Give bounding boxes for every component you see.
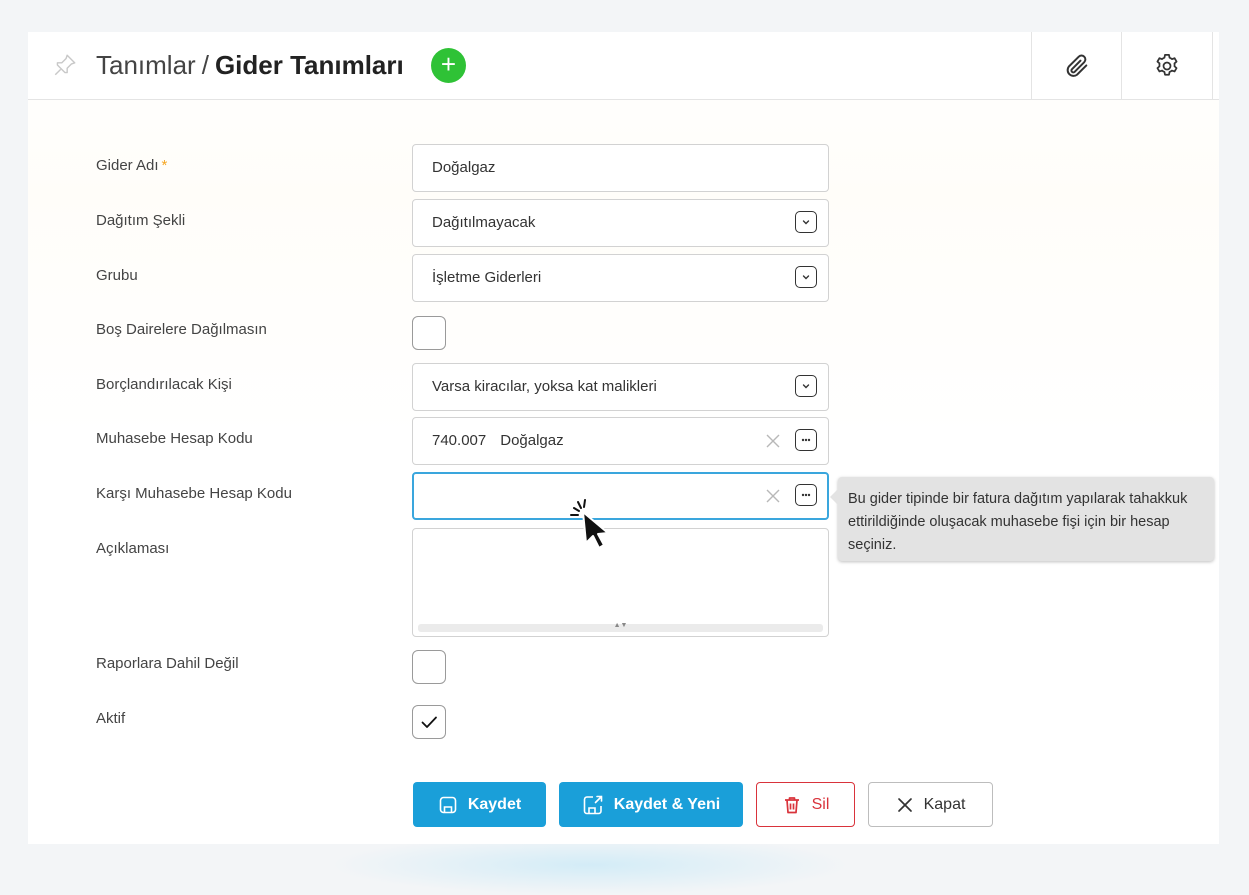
page-header: Tanımlar / Gider Tanımları + (28, 32, 1219, 100)
mouse-cursor-icon (570, 499, 609, 549)
save-button[interactable]: Kaydet (413, 782, 546, 827)
bos-daireler-checkbox[interactable] (412, 316, 446, 350)
more-icon[interactable] (795, 429, 817, 451)
pin-icon[interactable] (52, 52, 78, 78)
gider-adi-value: Doğalgaz (432, 159, 496, 176)
resize-handle[interactable]: ▲▼ (418, 622, 823, 632)
karsi-muhasebe-kodu-label: Karşı Muhasebe Hesap Kodu (96, 485, 292, 502)
aciklama-label: Açıklaması (96, 540, 170, 557)
save-icon (439, 796, 457, 813)
tooltip-text: Bu gider tipinde bir fatura dağıtım yapı… (848, 491, 1188, 553)
save-label: Kaydet (467, 795, 522, 813)
muhasebe-kodu-lookup[interactable]: 740.007 Doğalgaz (412, 417, 829, 465)
breadcrumb-separator: / (201, 50, 209, 80)
grubu-label: Grubu (96, 267, 138, 284)
dagitim-sekli-select[interactable]: Dağıtılmayacak (412, 199, 829, 247)
borclandirilacak-label: Borçlandırılacak Kişi (96, 376, 232, 393)
attach-button[interactable] (1031, 32, 1122, 99)
close-label: Kapat (923, 795, 966, 813)
page-title: Tanımlar / Gider Tanımları (96, 48, 404, 82)
delete-button[interactable]: Sil (756, 782, 855, 827)
close-icon (897, 797, 912, 812)
chevron-down-icon[interactable] (795, 211, 817, 233)
dagitim-sekli-value: Dağıtılmayacak (432, 214, 536, 231)
aciklama-textarea[interactable]: ▲▼ (412, 528, 829, 637)
borclandirilacak-value: Varsa kiracılar, yoksa kat malikleri (432, 378, 657, 395)
more-icon[interactable] (795, 484, 817, 506)
delete-label: Sil (811, 795, 830, 813)
muhasebe-kodu-label: Muhasebe Hesap Kodu (96, 430, 253, 447)
chevron-down-icon[interactable] (795, 266, 817, 288)
clear-icon[interactable] (764, 432, 782, 450)
raporlara-dahil-degil-label: Raporlara Dahil Değil (96, 655, 239, 672)
karsi-muhasebe-kodu-lookup[interactable] (412, 472, 829, 520)
resize-arrows-icon: ▲▼ (613, 622, 628, 629)
trash-icon (784, 796, 799, 813)
settings-button[interactable] (1121, 32, 1213, 99)
breadcrumb-current: Gider Tanımları (214, 50, 404, 80)
plus-icon: + (440, 49, 457, 79)
raporlara-dahil-degil-checkbox[interactable] (412, 650, 446, 684)
dagitim-sekli-label: Dağıtım Şekli (96, 212, 186, 229)
grubu-select[interactable]: İşletme Giderleri (412, 254, 829, 302)
paperclip-icon (1066, 54, 1088, 77)
bos-daireler-label: Boş Dairelere Dağılmasın (96, 321, 267, 338)
aktif-label: Aktif (96, 710, 126, 727)
muhasebe-kodu-code: 740.007 (432, 432, 487, 449)
grubu-value: İşletme Giderleri (432, 269, 542, 286)
muhasebe-kodu-name: Doğalgaz (500, 432, 564, 449)
gear-icon (1156, 53, 1178, 76)
close-button[interactable]: Kapat (868, 782, 993, 827)
check-icon (421, 716, 437, 728)
breadcrumb-parent[interactable]: Tanımlar (96, 50, 196, 80)
chevron-down-icon[interactable] (795, 375, 817, 397)
gider-adi-label: Gider Adı * (96, 157, 168, 174)
save-new-button[interactable]: Kaydet & Yeni (559, 782, 743, 827)
aktif-checkbox[interactable] (412, 705, 446, 739)
form-panel: Tanımlar / Gider Tanımları + Gider Adı * Do… (28, 32, 1219, 844)
required-mark: * (161, 157, 168, 174)
background-glow (330, 835, 850, 895)
clear-icon[interactable] (764, 487, 782, 505)
help-tooltip: Bu gider tipinde bir fatura dağıtım yapı… (830, 477, 1214, 561)
save-new-label: Kaydet & Yeni (613, 795, 721, 813)
gider-adi-input[interactable]: Doğalgaz (412, 144, 829, 192)
borclandirilacak-select[interactable]: Varsa kiracılar, yoksa kat malikleri (412, 363, 829, 411)
add-button[interactable]: + (431, 48, 466, 83)
save-new-icon (583, 795, 603, 814)
